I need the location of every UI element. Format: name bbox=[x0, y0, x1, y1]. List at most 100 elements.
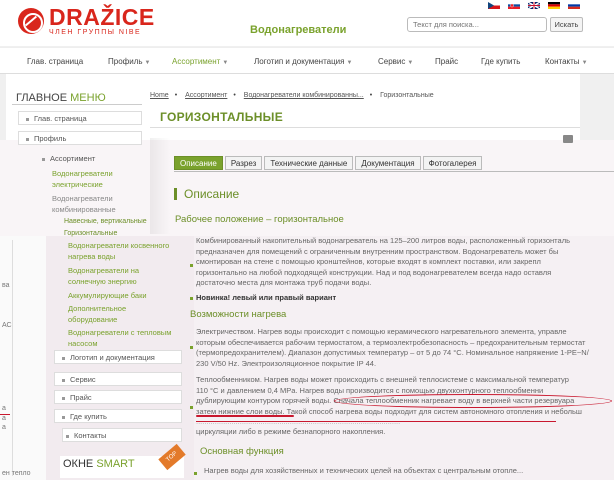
flag-de-icon[interactable] bbox=[548, 2, 560, 9]
sidebar-item-heatpump[interactable]: Водонагреватели с тепловым bbox=[68, 328, 171, 337]
description-paragraph: Комбинированный накопительный водонагрев… bbox=[196, 236, 570, 287]
topnav-logo-docs[interactable]: Логотип и документация ▼ bbox=[254, 57, 352, 66]
sidebar-item-tanks[interactable]: Аккумулирующие баки bbox=[68, 291, 147, 300]
search-button[interactable]: Искать bbox=[550, 17, 583, 32]
breadcrumb-home[interactable]: Home bbox=[150, 92, 169, 99]
flag-cz-icon[interactable] bbox=[488, 2, 500, 9]
sidebar-item-home[interactable]: Глав. страница bbox=[26, 114, 87, 123]
breadcrumb-combined[interactable]: Водонагреватели комбинированны... bbox=[244, 92, 364, 99]
sidebar-item-horizontal[interactable]: Горизонтальные bbox=[64, 230, 117, 237]
sidebar-item-indirect-2[interactable]: нагрева воды bbox=[68, 252, 115, 261]
sidebar-item-wall-vertical[interactable]: Навесные, вертикальные bbox=[64, 218, 147, 225]
top-navigation: Глав. страница Профиль ▼ Ассортимент ▼ Лог… bbox=[0, 47, 614, 74]
title-divider bbox=[150, 127, 580, 128]
tab-documentation[interactable]: Документация bbox=[355, 156, 421, 170]
topnav-assortment[interactable]: Ассортимент ▼ bbox=[172, 57, 228, 66]
sidebar-item-extra-2[interactable]: оборудование bbox=[68, 315, 117, 324]
annotation-underline bbox=[0, 414, 10, 415]
tab-cutaway[interactable]: Разрез bbox=[224, 156, 263, 170]
left-strip bbox=[0, 236, 46, 480]
bullet-icon bbox=[42, 157, 45, 161]
strip-text: АС bbox=[2, 322, 12, 329]
sidebar-item-combined[interactable]: Водонагреватели bbox=[52, 194, 113, 203]
bullet-icon bbox=[66, 434, 69, 438]
topnav-profile[interactable]: Профиль ▼ bbox=[108, 57, 151, 66]
strip-text: а bbox=[2, 405, 6, 412]
bullet-icon bbox=[62, 396, 65, 400]
sidebar-item-indirect[interactable]: Водонагреватели косвенного bbox=[68, 241, 169, 250]
sidebar-item-where-to-buy[interactable]: Где купить bbox=[62, 412, 107, 421]
bullet-icon bbox=[190, 264, 193, 267]
sidebar-item-profile[interactable]: Профиль bbox=[26, 134, 66, 143]
breadcrumb-current: Горизонтальные bbox=[380, 92, 434, 99]
topnav-service[interactable]: Сервис ▼ bbox=[378, 57, 413, 66]
chevron-down-icon: ▼ bbox=[346, 60, 353, 66]
bullet-icon bbox=[190, 346, 193, 349]
sidebar-title: ГЛАВНОЕ МЕНЮ bbox=[16, 92, 106, 104]
brand-logo[interactable]: DRAŽICE ЧЛЕН ГРУППЫ NIBE bbox=[18, 4, 155, 38]
strip-text: ен тепло bbox=[2, 470, 31, 477]
sidebar-item-price[interactable]: Прайс bbox=[62, 393, 92, 402]
breadcrumb: Home • Ассортимент • Водонагреватели комби… bbox=[150, 92, 434, 99]
main-function-paragraph: Нагрев воды для хозяйственных и техничес… bbox=[204, 466, 524, 475]
new-variant-note: Новинка! левый или правый вариант bbox=[196, 293, 337, 302]
brand-mark-icon bbox=[18, 8, 44, 34]
heating-options-heading: Возможности нагрева bbox=[190, 309, 287, 320]
site-section-title: Водонагреватели bbox=[250, 24, 347, 36]
strip-text: а bbox=[2, 424, 6, 431]
sidebar-item-assortment[interactable]: Ассортимент bbox=[42, 154, 95, 163]
sidebar-item-electric-2[interactable]: электрические bbox=[52, 180, 103, 189]
main-function-heading: Основная функция bbox=[200, 446, 284, 457]
language-flags bbox=[488, 2, 580, 9]
product-tabs: Описание Разрез Технические данные Докум… bbox=[174, 156, 483, 170]
search-input[interactable] bbox=[407, 17, 547, 32]
topnav-home[interactable]: Глав. страница bbox=[27, 57, 83, 66]
sidebar-item-solar-2[interactable]: солнечную энергию bbox=[68, 277, 137, 286]
bullet-icon bbox=[26, 117, 29, 121]
bullet-icon bbox=[62, 415, 65, 419]
flag-ru-icon[interactable] bbox=[568, 2, 580, 9]
sidebar-item-combined-2[interactable]: комбинированные bbox=[52, 205, 116, 214]
sidebar-divider bbox=[12, 104, 142, 105]
bullet-icon bbox=[190, 297, 193, 300]
tab-divider bbox=[174, 171, 614, 172]
description-heading: Описание bbox=[174, 188, 239, 200]
tab-photo-gallery[interactable]: Фотогалерея bbox=[422, 156, 483, 170]
strip-text: ва bbox=[2, 282, 10, 289]
tab-technical-data[interactable]: Технические данные bbox=[264, 156, 354, 170]
bullet-icon bbox=[190, 406, 193, 409]
topnav-price[interactable]: Прайс bbox=[435, 57, 458, 66]
electric-heating-paragraph: Электричеством. Нагрев воды происходит с… bbox=[196, 327, 589, 368]
brand-subtitle: ЧЛЕН ГРУППЫ NIBE bbox=[49, 28, 142, 36]
chevron-down-icon: ▼ bbox=[222, 60, 229, 66]
strip-text: а bbox=[2, 415, 6, 422]
sidebar-item-electric[interactable]: Водонагреватели bbox=[52, 169, 113, 178]
page-title: ГОРИЗОНТАЛЬНЫЕ bbox=[160, 110, 284, 124]
sidebar-item-extra[interactable]: Дополнительное bbox=[68, 304, 126, 313]
bullet-icon bbox=[62, 378, 65, 382]
okne-smart-title[interactable]: ОКНЕ SMART bbox=[63, 458, 135, 470]
annotation-underline bbox=[196, 421, 556, 422]
annotation-oval bbox=[334, 394, 612, 408]
chevron-down-icon: ▼ bbox=[144, 60, 151, 66]
topnav-contacts[interactable]: Контакты ▼ bbox=[545, 57, 588, 66]
bullet-icon bbox=[26, 137, 29, 141]
sidebar-item-service[interactable]: Сервис bbox=[62, 375, 96, 384]
sidebar-item-logo-docs[interactable]: Логотип и документация bbox=[62, 353, 155, 362]
chevron-down-icon: ▼ bbox=[581, 60, 588, 66]
working-position-heading: Рабочее положение – горизонтальное bbox=[175, 214, 344, 225]
flag-sk-icon[interactable] bbox=[508, 2, 520, 9]
chevron-down-icon: ▼ bbox=[407, 60, 414, 66]
brand-name: DRAŽICE bbox=[49, 3, 155, 30]
sidebar-item-contacts[interactable]: Контакты bbox=[66, 431, 106, 440]
bullet-icon bbox=[194, 472, 197, 475]
tab-description[interactable]: Описание bbox=[174, 156, 223, 170]
topnav-where-to-buy[interactable]: Где купить bbox=[481, 57, 520, 66]
annotation-underline bbox=[196, 415, 294, 417]
bullet-icon bbox=[62, 356, 65, 360]
sidebar-item-heatpump-2[interactable]: насосом bbox=[68, 339, 97, 348]
sidebar-item-solar[interactable]: Водонагреватели на bbox=[68, 266, 139, 275]
print-icon[interactable] bbox=[563, 135, 573, 143]
breadcrumb-assortment[interactable]: Ассортимент bbox=[185, 92, 227, 99]
flag-gb-icon[interactable] bbox=[528, 2, 540, 9]
